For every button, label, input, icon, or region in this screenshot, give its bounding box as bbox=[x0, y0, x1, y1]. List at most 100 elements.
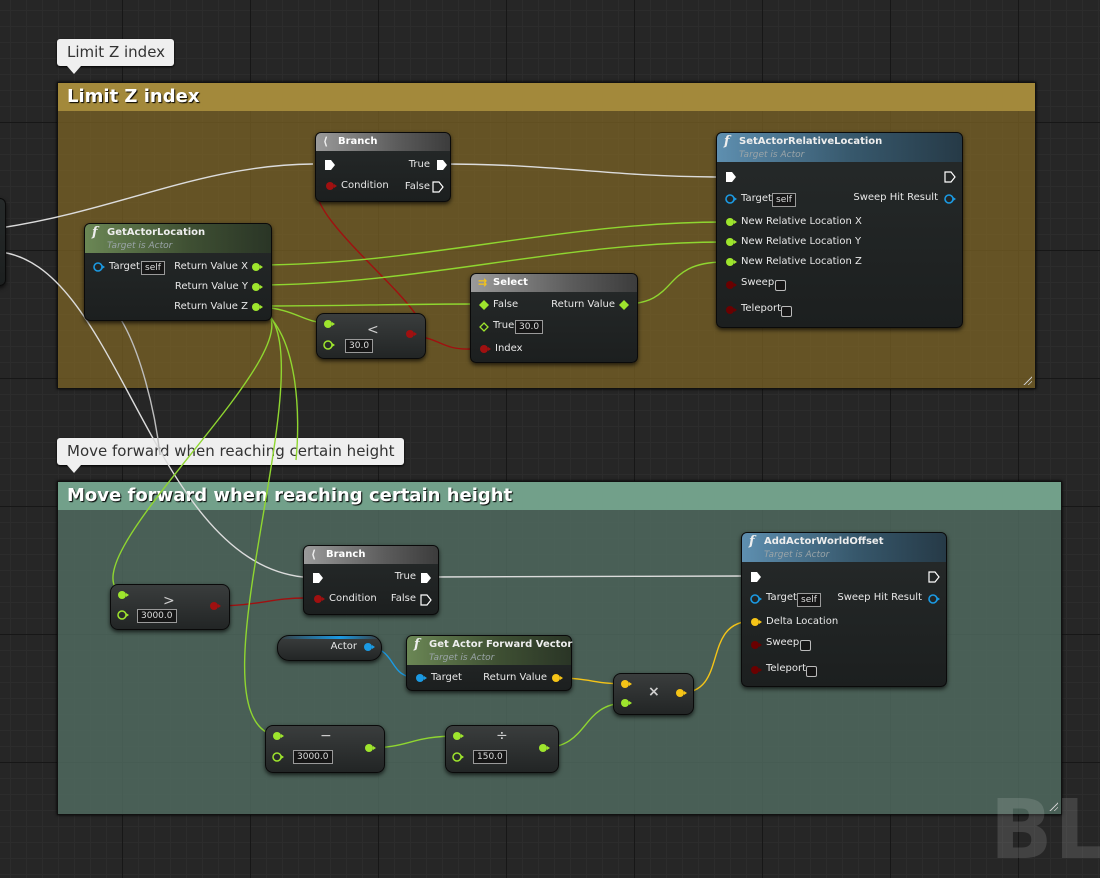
b-value-field[interactable]: 3000.0 bbox=[293, 750, 333, 764]
target-self-field[interactable]: self bbox=[797, 593, 821, 607]
sweep-pin[interactable] bbox=[725, 280, 737, 292]
sweep-label: Sweep bbox=[741, 277, 775, 288]
actor-output-pin[interactable] bbox=[363, 642, 375, 654]
sweep-checkbox[interactable] bbox=[775, 280, 786, 291]
bool-output-pin[interactable] bbox=[405, 329, 417, 341]
condition-pin[interactable] bbox=[325, 181, 337, 193]
float-wire[interactable] bbox=[623, 261, 725, 305]
teleport-checkbox[interactable] bbox=[806, 666, 817, 677]
node-subtitle: Target is Actor bbox=[764, 550, 830, 560]
b-value-field[interactable]: 3000.0 bbox=[137, 609, 177, 623]
set-actor-relative-location-node[interactable]: f SetActorRelativeLocation Target is Act… bbox=[716, 132, 963, 328]
a-input-pin[interactable] bbox=[117, 590, 129, 602]
target-pin[interactable] bbox=[750, 594, 762, 606]
actor-variable-node[interactable]: Actor bbox=[277, 635, 382, 661]
target-pin[interactable] bbox=[725, 194, 737, 206]
get-actor-forward-vector-node[interactable]: f Get Actor Forward Vector Target is Act… bbox=[406, 635, 572, 691]
actor-label: Actor bbox=[330, 641, 357, 652]
branch-node-2[interactable]: ⟨ Branch True Condition False bbox=[303, 545, 439, 615]
multiply-node[interactable]: × bbox=[613, 673, 694, 715]
teleport-checkbox[interactable] bbox=[781, 306, 792, 317]
b-input-pin[interactable] bbox=[452, 752, 464, 764]
node-title: Select bbox=[493, 277, 528, 288]
multiply-icon: × bbox=[648, 684, 660, 700]
a-input-pin[interactable] bbox=[272, 731, 284, 743]
true-pin[interactable] bbox=[479, 322, 489, 332]
true-exec-pin[interactable] bbox=[436, 159, 448, 171]
node-title: Branch bbox=[338, 136, 378, 147]
exec-out-pin[interactable] bbox=[944, 171, 956, 183]
vector-input-pin[interactable] bbox=[620, 679, 632, 691]
exec-in-pin[interactable] bbox=[725, 171, 737, 183]
target-pin[interactable] bbox=[93, 262, 105, 274]
true-exec-pin[interactable] bbox=[420, 572, 432, 584]
float-wire[interactable] bbox=[255, 221, 725, 266]
greater-than-node[interactable]: 3000.0 > bbox=[110, 584, 230, 630]
float-wire[interactable] bbox=[243, 305, 282, 737]
return-x-pin[interactable] bbox=[251, 262, 263, 274]
target-self-field[interactable]: self bbox=[141, 261, 165, 275]
subtract-node[interactable]: 3000.0 − bbox=[265, 725, 385, 773]
false-exec-pin[interactable] bbox=[420, 594, 432, 606]
b-value-field[interactable]: 150.0 bbox=[473, 750, 507, 764]
sweep-hit-result-pin[interactable] bbox=[928, 594, 940, 606]
b-input-pin[interactable] bbox=[117, 610, 129, 622]
condition-label: Condition bbox=[341, 180, 389, 191]
target-pin[interactable] bbox=[415, 673, 427, 685]
new-location-y-label: New Relative Location Y bbox=[741, 236, 862, 247]
target-label: Target bbox=[109, 261, 140, 272]
sweep-pin[interactable] bbox=[750, 640, 762, 652]
float-wire[interactable] bbox=[255, 303, 481, 307]
get-actor-location-node[interactable]: f GetActorLocation Target is Actor Targe… bbox=[84, 223, 272, 321]
teleport-pin[interactable] bbox=[725, 305, 737, 317]
branch-node-1[interactable]: ⟨ Branch True Condition False bbox=[315, 132, 451, 202]
float-output-pin[interactable] bbox=[538, 743, 550, 755]
new-location-x-label: New Relative Location X bbox=[741, 216, 862, 227]
target-label: Target bbox=[741, 193, 772, 204]
exec-wire[interactable] bbox=[0, 163, 314, 229]
delta-location-pin[interactable] bbox=[750, 617, 762, 629]
exec-wire[interactable] bbox=[427, 575, 748, 578]
true-value-field[interactable]: 30.0 bbox=[515, 320, 544, 334]
sweep-hit-result-pin[interactable] bbox=[944, 194, 956, 206]
b-value-field[interactable]: 30.0 bbox=[345, 339, 374, 353]
return-z-pin[interactable] bbox=[251, 302, 263, 314]
sweep-checkbox[interactable] bbox=[800, 640, 811, 651]
exec-in-pin[interactable] bbox=[324, 159, 336, 171]
return-value-pin[interactable] bbox=[619, 300, 629, 310]
teleport-pin[interactable] bbox=[750, 665, 762, 677]
false-exec-pin[interactable] bbox=[432, 181, 444, 193]
return-y-pin[interactable] bbox=[251, 282, 263, 294]
new-location-z-pin[interactable] bbox=[725, 257, 737, 269]
node-title: Get Actor Forward Vector bbox=[429, 639, 573, 650]
a-input-pin[interactable] bbox=[323, 319, 335, 331]
condition-pin[interactable] bbox=[313, 594, 325, 606]
float-input-pin[interactable] bbox=[620, 698, 632, 710]
new-location-y-pin[interactable] bbox=[725, 237, 737, 249]
node-subtitle: Target is Actor bbox=[107, 241, 173, 251]
less-than-node[interactable]: 30.0 < bbox=[316, 313, 426, 359]
float-wire[interactable] bbox=[112, 305, 273, 595]
bool-output-pin[interactable] bbox=[209, 601, 221, 613]
exec-in-pin[interactable] bbox=[750, 571, 762, 583]
return-value-pin[interactable] bbox=[551, 673, 563, 685]
divide-node[interactable]: 150.0 ÷ bbox=[445, 725, 559, 773]
float-output-pin[interactable] bbox=[364, 743, 376, 755]
target-self-field[interactable]: self bbox=[772, 193, 796, 207]
b-input-pin[interactable] bbox=[323, 340, 335, 352]
b-input-pin[interactable] bbox=[272, 752, 284, 764]
new-location-x-pin[interactable] bbox=[725, 217, 737, 229]
add-actor-world-offset-node[interactable]: f AddActorWorldOffset Target is Actor Ta… bbox=[741, 532, 947, 687]
index-pin[interactable] bbox=[479, 344, 491, 356]
offscreen-node[interactable] bbox=[0, 198, 6, 286]
select-node[interactable]: ⇉ Select False Return Value True 30.0 In… bbox=[470, 273, 638, 363]
false-pin[interactable] bbox=[479, 300, 489, 310]
a-input-pin[interactable] bbox=[452, 731, 464, 743]
exec-out-pin[interactable] bbox=[928, 571, 940, 583]
branch-node-header: ⟨ Branch bbox=[304, 546, 438, 564]
exec-wire[interactable] bbox=[439, 163, 717, 178]
data-wire[interactable] bbox=[119, 317, 161, 456]
exec-in-pin[interactable] bbox=[312, 572, 324, 584]
false-label: False bbox=[404, 181, 430, 192]
vector-output-pin[interactable] bbox=[675, 688, 687, 700]
